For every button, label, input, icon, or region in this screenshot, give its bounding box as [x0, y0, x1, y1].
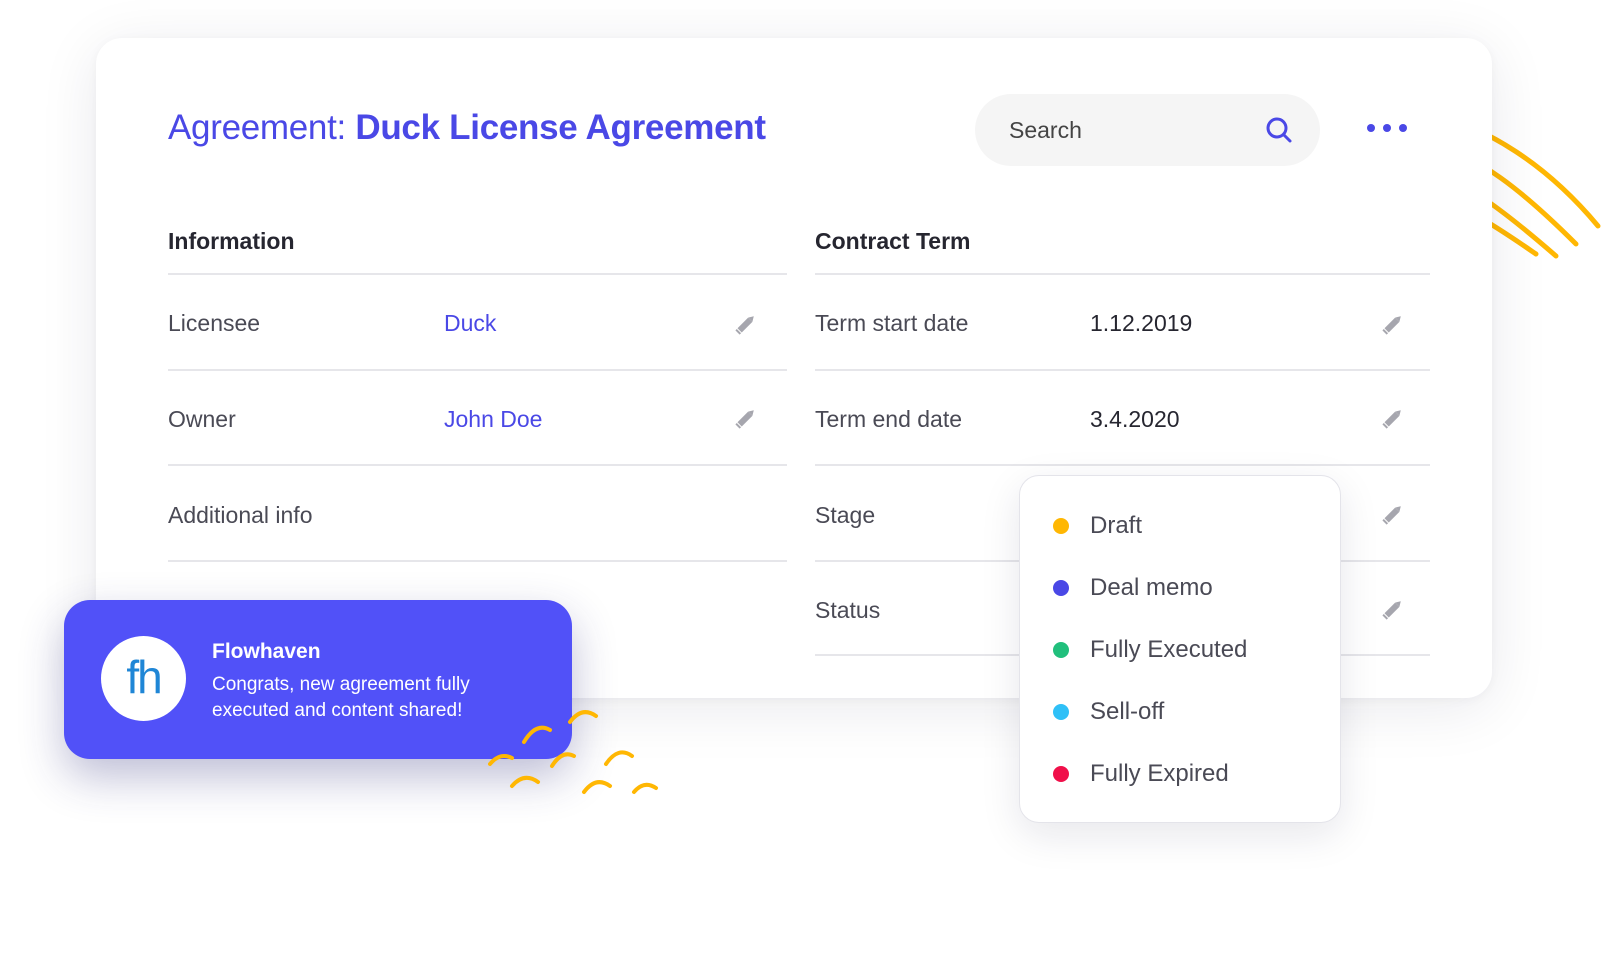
licensee-label: Licensee — [168, 310, 261, 336]
owner-label: Owner — [168, 406, 236, 432]
title-prefix: Agreement: — [168, 108, 346, 147]
edit-stage-pencil-icon[interactable] — [1380, 501, 1406, 527]
divider — [168, 464, 787, 466]
edit-term-end-pencil-icon[interactable] — [1380, 405, 1406, 431]
divider — [168, 273, 787, 275]
search-icon[interactable] — [1265, 116, 1293, 149]
owner-value[interactable]: John Doe — [444, 406, 542, 433]
term-start-value: 1.12.2019 — [1090, 310, 1193, 336]
search-input[interactable] — [1009, 116, 1249, 144]
logo-text: fh — [126, 651, 160, 703]
divider — [815, 369, 1430, 371]
stage-dropdown: Draft Deal memo Fully Executed Sell-off … — [1019, 475, 1341, 823]
flowhaven-logo: fh — [101, 636, 186, 721]
stage-option-label: Fully Expired — [1090, 760, 1229, 787]
decorative-arcs — [488, 710, 658, 794]
edit-status-pencil-icon[interactable] — [1380, 596, 1406, 622]
divider — [815, 273, 1430, 275]
divider — [168, 560, 787, 562]
term-end-label: Term end date — [815, 406, 963, 432]
more-options-icon[interactable] — [1366, 118, 1412, 138]
status-label: Status — [815, 597, 881, 623]
stage-label: Stage — [815, 502, 876, 528]
stage-option-fully-expired[interactable]: Fully Expired — [1020, 752, 1340, 796]
edit-licensee-pencil-icon[interactable] — [733, 311, 759, 337]
additional-info-label: Additional info — [168, 502, 313, 528]
edit-owner-pencil-icon[interactable] — [733, 405, 759, 431]
stage-option-draft[interactable]: Draft — [1020, 504, 1340, 548]
section-heading-contract-term: Contract Term — [815, 228, 971, 254]
status-dot — [1053, 642, 1069, 658]
stage-option-sell-off[interactable]: Sell-off — [1020, 690, 1340, 734]
page-title: Agreement: Duck License Agreement — [168, 108, 766, 148]
agreement-name: Duck License Agreement — [355, 108, 766, 147]
search-bar[interactable] — [975, 94, 1320, 166]
divider — [815, 464, 1430, 466]
stage-option-label: Fully Executed — [1090, 636, 1248, 663]
status-dot — [1053, 704, 1069, 720]
stage-option-deal-memo[interactable]: Deal memo — [1020, 566, 1340, 610]
section-heading-information: Information — [168, 228, 295, 254]
stage-option-fully-executed[interactable]: Fully Executed — [1020, 628, 1340, 672]
divider — [168, 369, 787, 371]
status-dot — [1053, 518, 1069, 534]
stage-option-label: Deal memo — [1090, 574, 1213, 601]
stage-option-label: Draft — [1090, 512, 1143, 539]
stage-option-label: Sell-off — [1090, 698, 1165, 725]
term-end-value: 3.4.2020 — [1090, 406, 1180, 432]
licensee-value[interactable]: Duck — [444, 310, 496, 337]
status-dot — [1053, 580, 1069, 596]
edit-term-start-pencil-icon[interactable] — [1380, 311, 1406, 337]
status-dot — [1053, 766, 1069, 782]
notification-app-name: Flowhaven — [212, 640, 321, 663]
term-start-label: Term start date — [815, 310, 969, 336]
